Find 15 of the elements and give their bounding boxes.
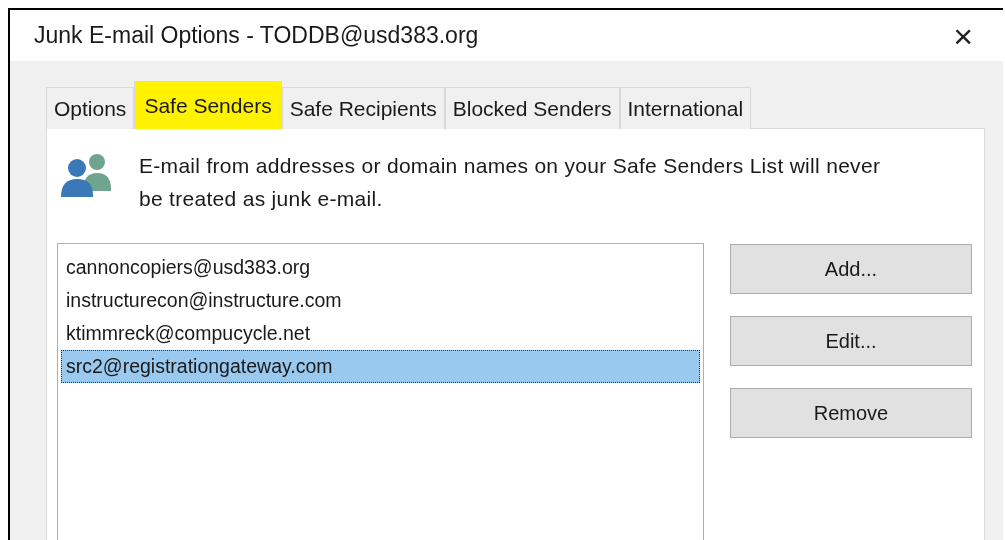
close-button[interactable]: ×: [945, 18, 981, 53]
description-text: E-mail from addresses or domain names on your Safe Senders List will never be treated as junk e-mail.: [139, 153, 882, 212]
tab[interactable]: International: [619, 87, 752, 129]
list-item[interactable]: src2@registrationgateway.com: [61, 350, 700, 383]
action-button[interactable]: Edit...: [730, 316, 972, 366]
action-button[interactable]: Add...: [730, 244, 972, 294]
tab[interactable]: Blocked Senders: [444, 87, 620, 129]
tab[interactable]: Safe Recipients: [281, 87, 445, 129]
list-item[interactable]: cannoncopiers@usd383.org: [61, 251, 700, 284]
action-button[interactable]: Remove: [730, 388, 972, 438]
tab[interactable]: Safe Senders: [134, 81, 282, 129]
list-item[interactable]: instructurecon@instructure.com: [61, 284, 700, 317]
list-item[interactable]: ktimmreck@compucycle.net: [61, 317, 700, 350]
tab[interactable]: Options: [46, 87, 135, 129]
window-title: Junk E-mail Options - TODDB@usd383.org: [34, 21, 479, 51]
